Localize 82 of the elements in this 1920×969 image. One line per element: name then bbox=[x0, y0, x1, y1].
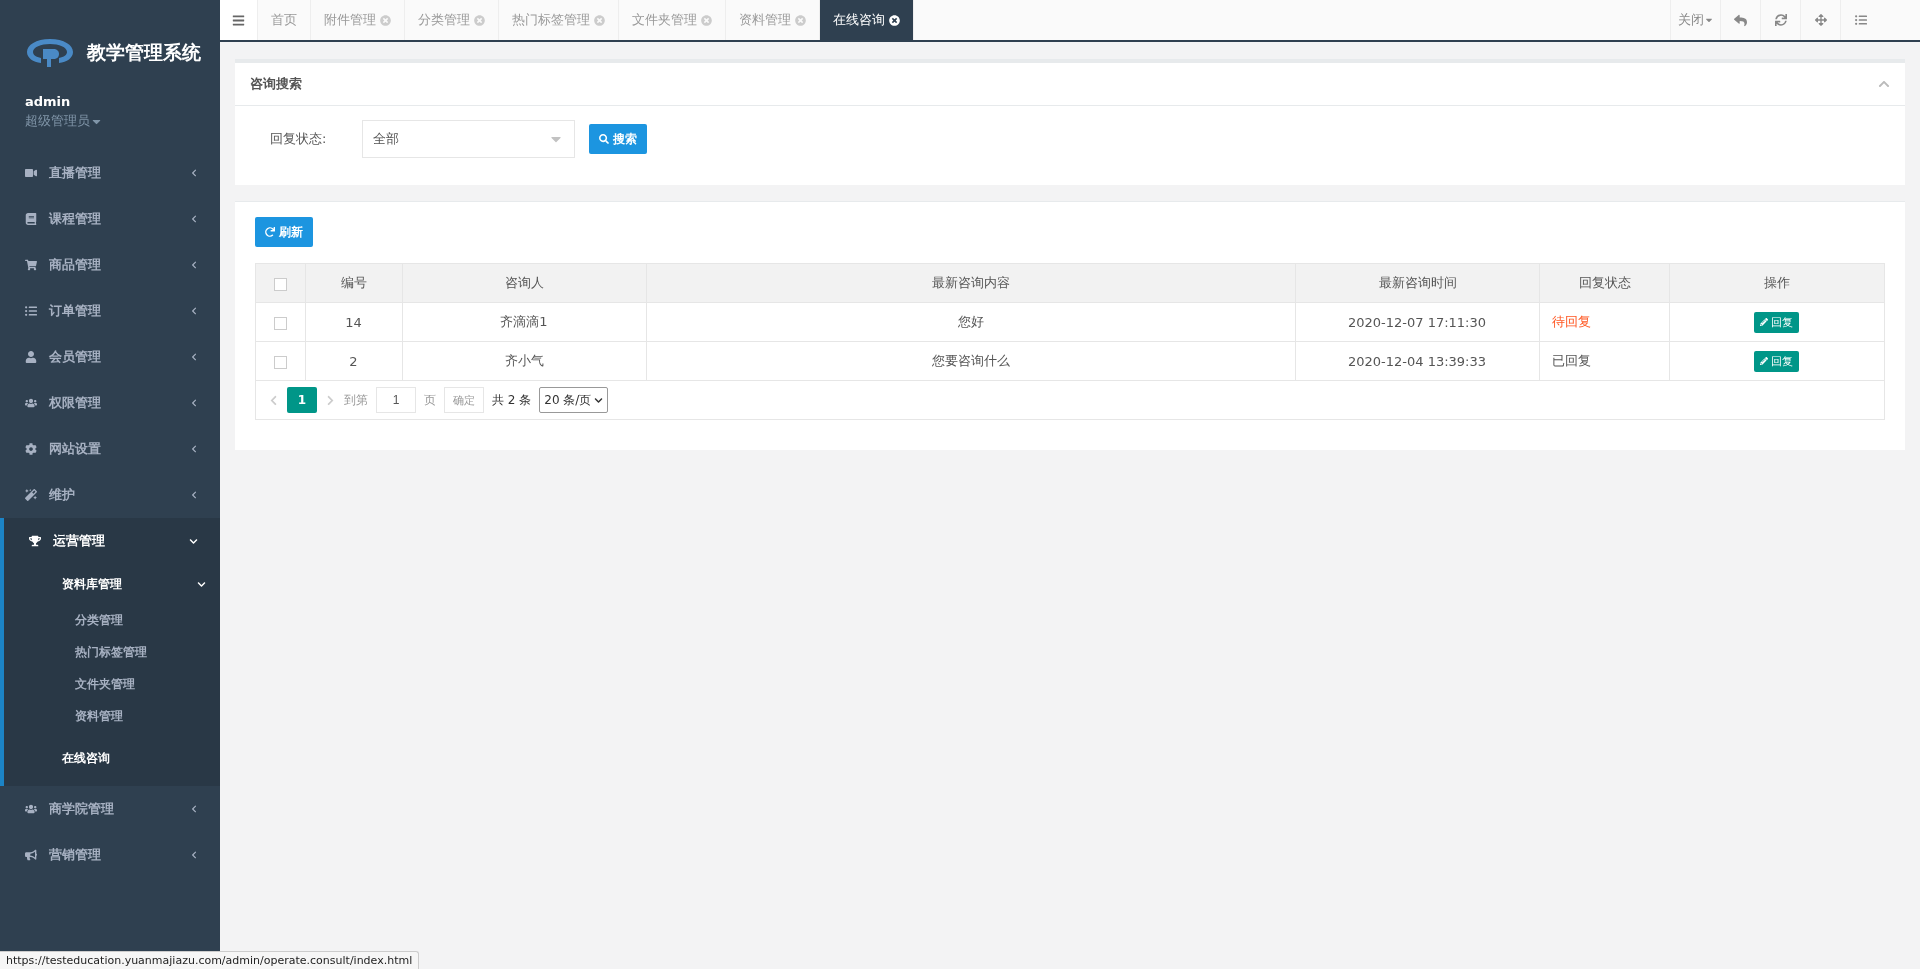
total-count: 共 2 条 bbox=[492, 391, 532, 409]
menu-item[interactable]: 商学院管理 bbox=[0, 786, 220, 832]
checkbox[interactable] bbox=[273, 355, 287, 369]
menu-item[interactable]: 营销管理 bbox=[0, 832, 220, 878]
checkbox[interactable] bbox=[273, 316, 287, 330]
search-button[interactable]: 搜索 bbox=[589, 124, 648, 154]
header-cell: 回复状态 bbox=[1539, 263, 1670, 303]
table-cell: 您好 bbox=[646, 302, 1296, 342]
chevron-left-icon bbox=[190, 851, 198, 859]
table-cell: 已回复 bbox=[1539, 341, 1670, 381]
page-unit: 页 bbox=[424, 391, 436, 409]
menu-button[interactable] bbox=[220, 0, 258, 40]
menu-item[interactable]: 运营管理 bbox=[4, 518, 220, 564]
chevron-left-icon bbox=[190, 445, 198, 453]
header-cell: 最新咨询内容 bbox=[646, 263, 1296, 303]
status-select[interactable]: 全部 bbox=[362, 120, 576, 158]
previous-page-icon[interactable] bbox=[268, 394, 279, 406]
checkbox[interactable] bbox=[274, 277, 287, 291]
chevron-left-icon bbox=[190, 805, 198, 813]
close-icon[interactable] bbox=[889, 14, 900, 26]
chevron-down-icon bbox=[197, 579, 206, 589]
next-page-icon[interactable] bbox=[325, 394, 336, 406]
refresh-list-button[interactable]: 刷新 bbox=[255, 217, 313, 247]
menu-item[interactable]: 会员管理 bbox=[0, 334, 220, 380]
list-icon bbox=[1854, 14, 1867, 26]
table-cell: 齐滴滴1 bbox=[402, 302, 647, 342]
chevron-left-icon bbox=[190, 491, 198, 499]
chevron-left-icon bbox=[190, 399, 198, 407]
menu-item[interactable]: 维护 bbox=[0, 472, 220, 518]
pencil-icon bbox=[1760, 357, 1768, 365]
reply-arrow-icon bbox=[1734, 13, 1747, 27]
submenu-item[interactable]: 资料管理 bbox=[4, 700, 220, 732]
goto-label: 到第 bbox=[344, 391, 368, 409]
header-cell: 咨询人 bbox=[402, 263, 647, 303]
menu-item[interactable]: 权限管理 bbox=[0, 380, 220, 426]
table-cell: 待回复 bbox=[1539, 302, 1670, 342]
refresh-icon bbox=[1774, 14, 1787, 26]
user-name: admin bbox=[25, 94, 72, 109]
chevron-down-icon bbox=[189, 536, 198, 546]
search-icon bbox=[599, 134, 610, 144]
table-cell: 齐小气 bbox=[402, 341, 647, 381]
menu-item[interactable]: 订单管理 bbox=[0, 288, 220, 334]
page-size-select[interactable]: 20 条/页 bbox=[539, 387, 609, 413]
move-arrows-icon bbox=[1814, 14, 1827, 26]
reply-button[interactable]: 回复 bbox=[1754, 350, 1799, 372]
submenu-item[interactable]: 资料库管理 bbox=[4, 564, 220, 604]
menu-item[interactable]: 课程管理 bbox=[0, 196, 220, 242]
chevron-left-icon bbox=[190, 215, 198, 223]
collapse-icon[interactable] bbox=[1878, 78, 1890, 90]
logo-title: 教学管理系统 bbox=[87, 40, 201, 65]
header-cell: 最新咨询时间 bbox=[1295, 263, 1540, 303]
chevron-left-icon bbox=[190, 261, 198, 269]
chevron-left-icon bbox=[190, 169, 198, 177]
page-button[interactable]: 1 bbox=[287, 387, 317, 413]
table-cell: 2 bbox=[305, 341, 403, 381]
logo-icon bbox=[25, 37, 75, 69]
chevron-left-icon bbox=[190, 307, 198, 315]
pencil-icon bbox=[1760, 318, 1768, 326]
refresh-icon bbox=[265, 227, 275, 237]
reply-button[interactable]: 回复 bbox=[1754, 311, 1799, 333]
page-input[interactable]: 1 bbox=[376, 387, 416, 413]
menu-item[interactable]: 网站设置 bbox=[0, 426, 220, 472]
table-cell: 2020-12-04 13:39:33 bbox=[1295, 341, 1540, 381]
page-tab[interactable]: 在线咨询 bbox=[820, 0, 914, 40]
menu-item[interactable]: 直播管理 bbox=[0, 150, 220, 196]
table-cell: 您要咨询什么 bbox=[646, 341, 1296, 381]
table-cell: 2020-12-07 17:11:30 bbox=[1295, 302, 1540, 342]
header-cell: 编号 bbox=[305, 263, 403, 303]
header-cell: 操作 bbox=[1669, 263, 1885, 303]
table-cell: 14 bbox=[305, 302, 403, 342]
submenu-item[interactable]: 在线咨询 bbox=[4, 738, 220, 778]
menu-item[interactable]: 商品管理 bbox=[0, 242, 220, 288]
submenu-item[interactable]: 分类管理 bbox=[4, 604, 220, 636]
confirm-button[interactable]: 确定 bbox=[444, 387, 484, 413]
panel-title: 咨询搜索 bbox=[250, 75, 302, 93]
field-label: 回复状态: bbox=[270, 130, 327, 148]
chevron-left-icon bbox=[190, 353, 198, 361]
submenu-item[interactable]: 文件夹管理 bbox=[4, 668, 220, 700]
user-role-dropdown[interactable]: 超级管理员 bbox=[25, 112, 195, 130]
status-url: https://testeducation.yuanmajiazu.com/admin/operate.consult/index.html bbox=[0, 951, 420, 969]
submenu-item[interactable]: 热门标签管理 bbox=[4, 636, 220, 668]
chevron-down-icon bbox=[594, 395, 604, 405]
